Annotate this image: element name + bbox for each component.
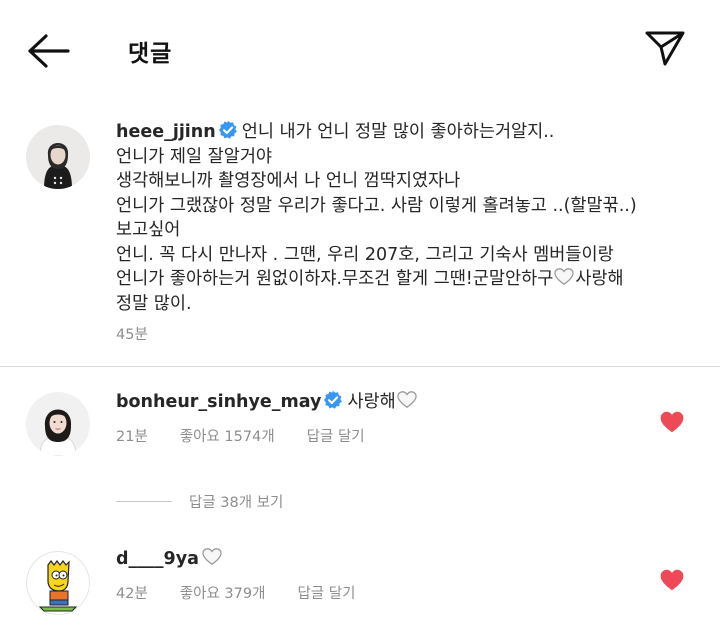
profile-photo — [26, 551, 90, 615]
white-heart-icon — [554, 268, 575, 285]
comment-username[interactable]: d____9ya — [116, 549, 199, 569]
back-button[interactable] — [26, 31, 72, 71]
avatar[interactable] — [26, 125, 90, 189]
top-bar: 댓글 — [0, 0, 720, 100]
heart-filled-icon — [660, 411, 684, 433]
view-replies-label: 답글 38개 보기 — [189, 494, 284, 511]
reply-button[interactable]: 답글 달기 — [307, 429, 365, 445]
profile-photo — [26, 125, 90, 189]
caption-meta: 45분 — [116, 323, 180, 344]
likes-count[interactable]: 좋아요 379개 — [180, 586, 266, 602]
page-title: 댓글 — [128, 41, 173, 67]
caption-line-8: 정말 많이. — [116, 293, 192, 314]
comment-meta: 21분 좋아요 1574개 답글 달기 — [116, 425, 397, 446]
comment-meta: 42분 좋아요 379개 답글 달기 — [116, 582, 387, 603]
caption-line-5: 보고싶어 — [116, 220, 181, 240]
white-heart-icon — [397, 391, 417, 408]
timestamp: 42분 — [116, 586, 148, 602]
view-replies-button[interactable]: 답글 38개 보기 — [116, 490, 283, 512]
comment-username[interactable]: bonheur_sinhye_may — [116, 392, 321, 412]
divider — [0, 366, 720, 367]
profile-photo — [26, 392, 90, 456]
comment-body: d____9ya — [116, 547, 223, 571]
timestamp: 21분 — [116, 429, 148, 445]
heart-filled-icon — [660, 569, 684, 591]
caption-line-2: 언니가 제일 잘알거야 — [116, 146, 273, 167]
timestamp: 45분 — [116, 327, 148, 343]
arrow-left-icon — [28, 34, 70, 68]
paper-plane-icon — [645, 31, 685, 66]
comment-body: bonheur_sinhye_may 사랑해 — [116, 390, 418, 414]
reply-button[interactable]: 답글 달기 — [297, 586, 355, 602]
caption-text: 언니가 좋아하는거 원없이하쟈.무조건 할게 그땐!군말안하구 — [116, 269, 554, 289]
caption-line-1: heee_jjinn 언니 내가 언니 정말 많이 좋아하는거알지.. — [116, 120, 706, 145]
replies-rule — [116, 500, 172, 502]
likes-count[interactable]: 좋아요 1574개 — [180, 429, 275, 445]
share-button[interactable] — [643, 28, 687, 68]
caption-line-6: 언니. 꼭 다시 만나자 . 그땐, 우리 207호, 그리고 기숙사 멤버들이… — [116, 244, 614, 265]
caption-line-4: 언니가 그랬잖아 정말 우리가 좋다고. 사람 이렇게 홀려놓고 ..(할말꾺.… — [116, 195, 637, 216]
caption-text: 언니 내가 언니 정말 많이 좋아하는거알지.. — [241, 122, 555, 142]
caption-line-7: 언니가 좋아하는거 원없이하쟈.무조건 할게 그땐!군말안하구 사랑해 — [116, 267, 706, 292]
comment-text: 사랑해 — [347, 392, 396, 412]
caption-username[interactable]: heee_jjinn — [116, 122, 216, 142]
caption-text-suffix: 사랑해 — [575, 269, 624, 289]
verified-badge-icon — [218, 120, 237, 139]
avatar[interactable] — [26, 392, 90, 456]
post-caption: heee_jjinn 언니 내가 언니 정말 많이 좋아하는거알지.. 언니가 … — [116, 120, 706, 316]
verified-badge-icon — [324, 390, 343, 409]
white-heart-icon — [202, 548, 222, 565]
caption-line-3: 생각해보니까 촬영장에서 나 언니 껌딱지였자나 — [116, 171, 461, 191]
avatar[interactable] — [26, 551, 90, 615]
like-button[interactable] — [659, 410, 685, 434]
like-button[interactable] — [659, 568, 685, 592]
